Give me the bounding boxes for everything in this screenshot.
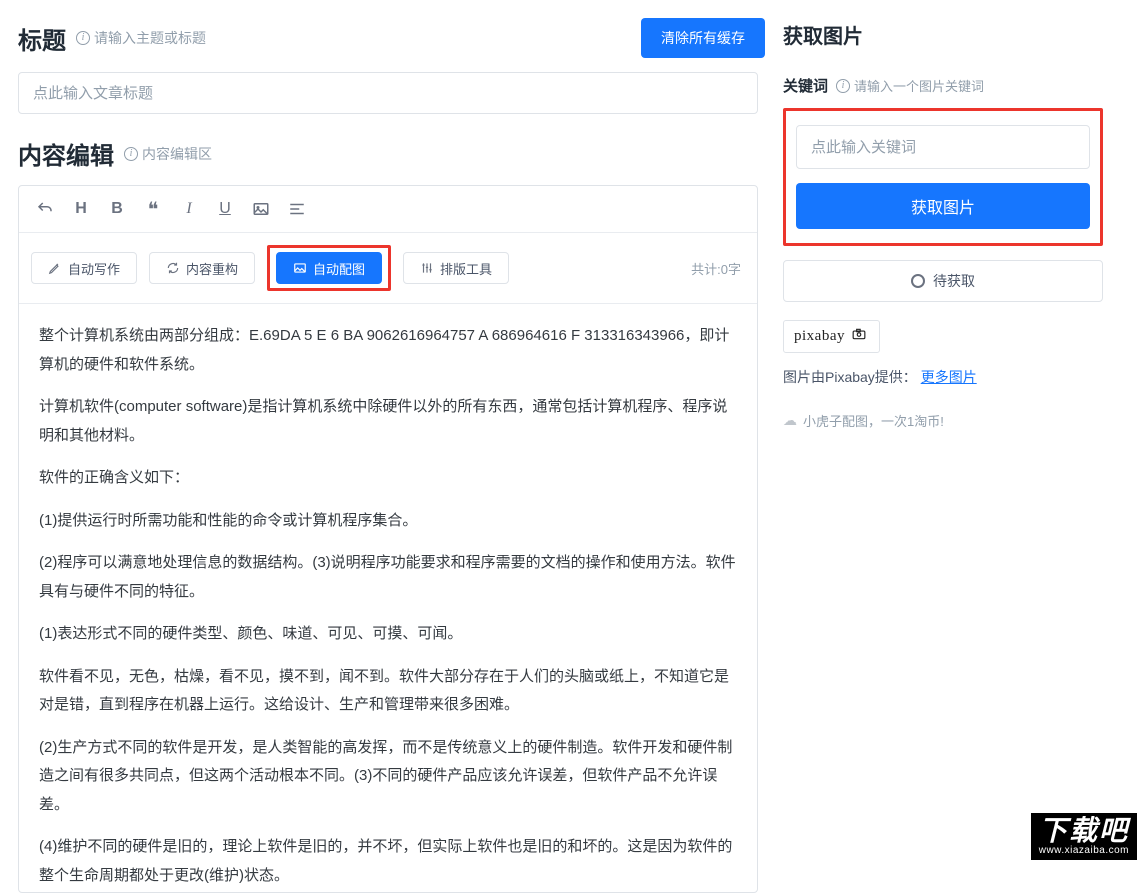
editor-content[interactable]: 整个计算机系统由两部分组成：E.69DA 5 E 6 BA 9062616964…	[19, 304, 757, 892]
circle-icon	[911, 274, 925, 288]
fetch-image-title: 获取图片	[783, 20, 1103, 49]
format-toolbar: H B ❝ I U	[19, 186, 757, 233]
paragraph: (1)提供运行时所需功能和性能的命令或计算机程序集合。	[39, 507, 737, 536]
undo-icon[interactable]	[27, 192, 63, 226]
more-images-link[interactable]: 更多图片	[921, 369, 977, 385]
camera-icon	[849, 327, 869, 346]
watermark-text: 下载吧	[1039, 817, 1129, 845]
image-icon[interactable]	[243, 192, 279, 226]
title-heading: 标题 请输入主题或标题	[18, 21, 206, 56]
content-hint: 内容编辑区	[124, 144, 212, 164]
article-title-input[interactable]	[18, 72, 758, 114]
highlight-auto-image: 自动配图	[267, 245, 391, 291]
pending-status-button[interactable]: 待获取	[783, 260, 1103, 302]
info-icon	[124, 147, 138, 161]
paragraph: (1)表达形式不同的硬件类型、颜色、味道、可见、可摸、可闻。	[39, 620, 737, 649]
align-icon[interactable]	[279, 192, 315, 226]
editor-card: H B ❝ I U 自动写作	[18, 185, 758, 893]
pencil-icon	[48, 261, 62, 275]
refresh-icon	[166, 261, 180, 275]
pixabay-badge: pixabay	[783, 320, 880, 353]
title-label: 标题	[18, 21, 66, 56]
cloud-icon: ☁	[783, 412, 797, 429]
action-toolbar: 自动写作 内容重构 自动配图	[19, 233, 757, 304]
restructure-button[interactable]: 内容重构	[149, 252, 255, 284]
underline-icon[interactable]: U	[207, 192, 243, 226]
provider-row: 图片由Pixabay提供： 更多图片	[783, 367, 1103, 387]
word-count: 共计:0字	[691, 259, 741, 278]
watermark: 下载吧 www.xiazaiba.com	[1031, 813, 1137, 860]
paragraph: (2)程序可以满意地处理信息的数据结构。(3)说明程序功能要求和程序需要的文档的…	[39, 549, 737, 606]
paragraph: 计算机软件(computer software)是指计算机系统中除硬件以外的所有…	[39, 393, 737, 450]
keyword-hint: 请输入一个图片关键词	[836, 76, 984, 95]
highlight-keyword-block: 获取图片	[783, 108, 1103, 246]
content-label: 内容编辑	[18, 136, 114, 171]
paragraph: (4)维护不同的硬件是旧的，理论上软件是旧的，并不坏，但实际上软件也是旧的和坏的…	[39, 833, 737, 890]
layout-tool-button[interactable]: 排版工具	[403, 252, 509, 284]
content-heading: 内容编辑 内容编辑区	[18, 136, 212, 171]
auto-image-button[interactable]: 自动配图	[276, 252, 382, 284]
pixabay-text: pixabay	[794, 328, 845, 345]
cost-info: ☁ 小虎子配图，一次1淘币!	[783, 411, 1103, 430]
clear-cache-button[interactable]: 清除所有缓存	[641, 18, 765, 58]
heading-icon[interactable]: H	[63, 192, 99, 226]
title-hint: 请输入主题或标题	[76, 28, 206, 48]
auto-write-button[interactable]: 自动写作	[31, 252, 137, 284]
image-match-icon	[293, 261, 307, 275]
quote-icon[interactable]: ❝	[135, 192, 171, 226]
fetch-image-button[interactable]: 获取图片	[796, 183, 1090, 229]
keyword-input[interactable]	[796, 125, 1090, 169]
paragraph: 软件看不见，无色，枯燥，看不见，摸不到，闻不到。软件大部分存在于人们的头脑或纸上…	[39, 663, 737, 720]
watermark-url: www.xiazaiba.com	[1039, 845, 1129, 856]
info-icon	[836, 79, 850, 93]
paragraph: (2)生产方式不同的软件是开发，是人类智能的高发挥，而不是传统意义上的硬件制造。…	[39, 734, 737, 820]
bold-icon[interactable]: B	[99, 192, 135, 226]
paragraph: 整个计算机系统由两部分组成：E.69DA 5 E 6 BA 9062616964…	[39, 322, 737, 379]
keyword-label: 关键词	[783, 75, 828, 96]
sidebar: 获取图片 关键词 请输入一个图片关键词 获取图片 待获取 pixabay 图片由…	[765, 0, 1115, 860]
info-icon	[76, 31, 90, 45]
paragraph: 软件的正确含义如下：	[39, 464, 737, 493]
main-panel: 标题 请输入主题或标题 清除所有缓存 内容编辑 内容编辑区	[0, 0, 765, 860]
italic-icon[interactable]: I	[171, 192, 207, 226]
layout-icon	[420, 261, 434, 275]
